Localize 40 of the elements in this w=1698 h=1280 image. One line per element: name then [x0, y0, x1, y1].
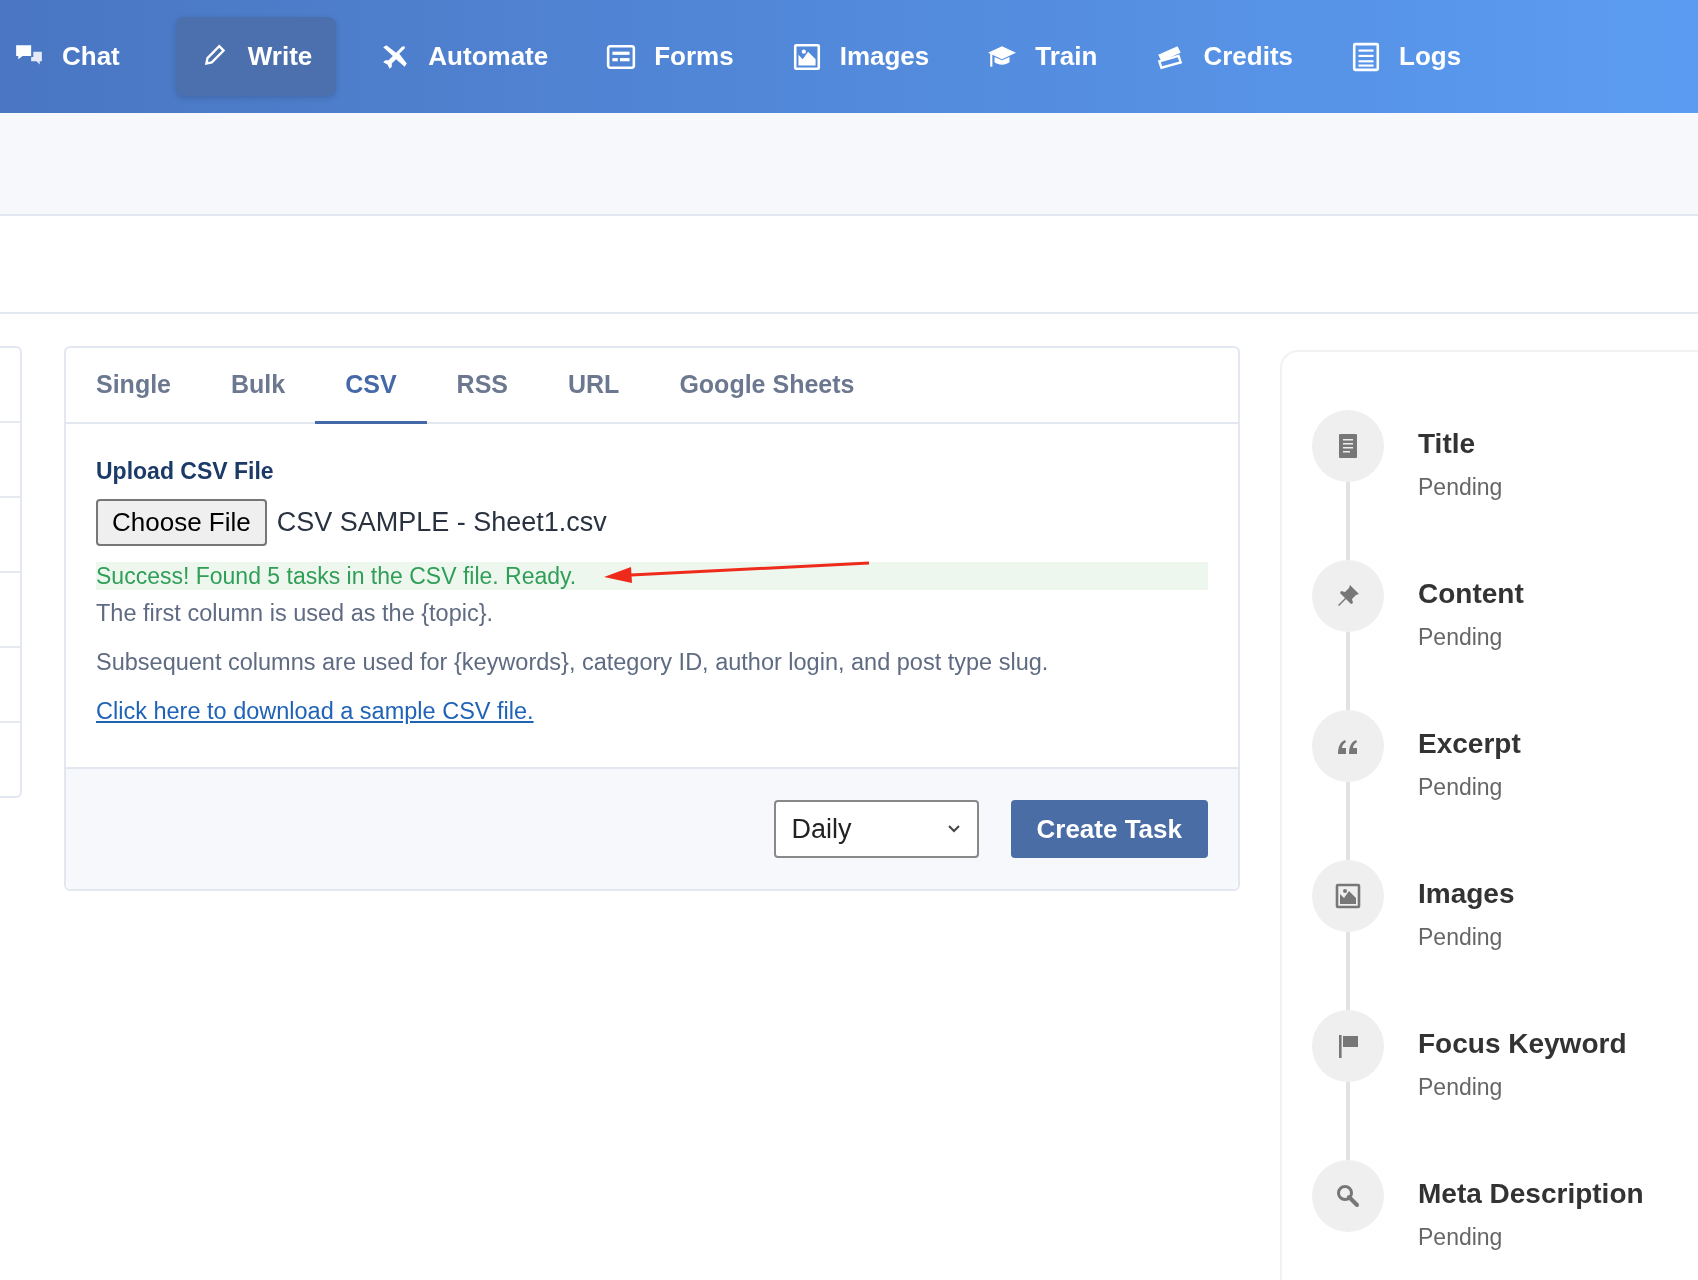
- nav-item[interactable]: Credits: [1143, 17, 1317, 96]
- chevron-down-icon: [946, 824, 961, 834]
- upload-label: Upload CSV File: [96, 458, 275, 485]
- choose-file-button[interactable]: Choose File: [96, 499, 267, 546]
- list-icon: [1351, 41, 1381, 72]
- nav-item[interactable]: Automate: [368, 17, 573, 96]
- sample-csv-link[interactable]: Click here to download a sample CSV file.: [96, 698, 534, 725]
- nav-item[interactable]: Forms: [594, 17, 758, 96]
- step-status: Pending: [1418, 474, 1503, 501]
- tab[interactable]: URL: [538, 348, 650, 424]
- step-title: Content: [1418, 578, 1524, 610]
- nav-item[interactable]: Logs: [1339, 17, 1486, 96]
- step-status: Pending: [1418, 624, 1504, 651]
- step-status: Pending: [1418, 1074, 1504, 1101]
- success-message: Success! Found 5 tasks in the CSV file. Ready.: [96, 562, 1208, 590]
- nav-item[interactable]: Chat: [2, 17, 144, 96]
- help-text: Subsequent columns are used for {keywords}, category ID, author login, and post type slug.: [96, 649, 1050, 676]
- file-name: CSV SAMPLE - Sheet1.csv: [276, 507, 607, 538]
- create-task-button[interactable]: Create Task: [1010, 800, 1208, 858]
- step-title: Excerpt: [1418, 728, 1521, 760]
- tab[interactable]: Google Sheets: [649, 348, 885, 424]
- image-icon: [1334, 882, 1362, 910]
- step-status: Pending: [1418, 774, 1504, 801]
- step-title: Meta Description: [1418, 1178, 1644, 1210]
- tab[interactable]: Single: [66, 348, 201, 424]
- nav-item[interactable]: Write: [175, 17, 337, 96]
- tab[interactable]: RSS: [426, 348, 538, 424]
- step-title: Focus Keyword: [1418, 1028, 1627, 1060]
- help-text: The first column is used as the {topic}.: [96, 600, 495, 627]
- search-icon: [1334, 1182, 1362, 1210]
- step-title: Title: [1418, 428, 1477, 460]
- schedule-dropdown[interactable]: Daily: [773, 800, 979, 858]
- tab[interactable]: CSV: [315, 348, 427, 424]
- step-status: Pending: [1418, 1224, 1504, 1251]
- tab[interactable]: Bulk: [201, 348, 316, 424]
- nav-item[interactable]: Images: [779, 17, 954, 96]
- nav-item[interactable]: Train: [975, 17, 1122, 96]
- step-title: Images: [1418, 878, 1515, 910]
- image-icon: [791, 41, 822, 72]
- step-status: Pending: [1418, 924, 1504, 951]
